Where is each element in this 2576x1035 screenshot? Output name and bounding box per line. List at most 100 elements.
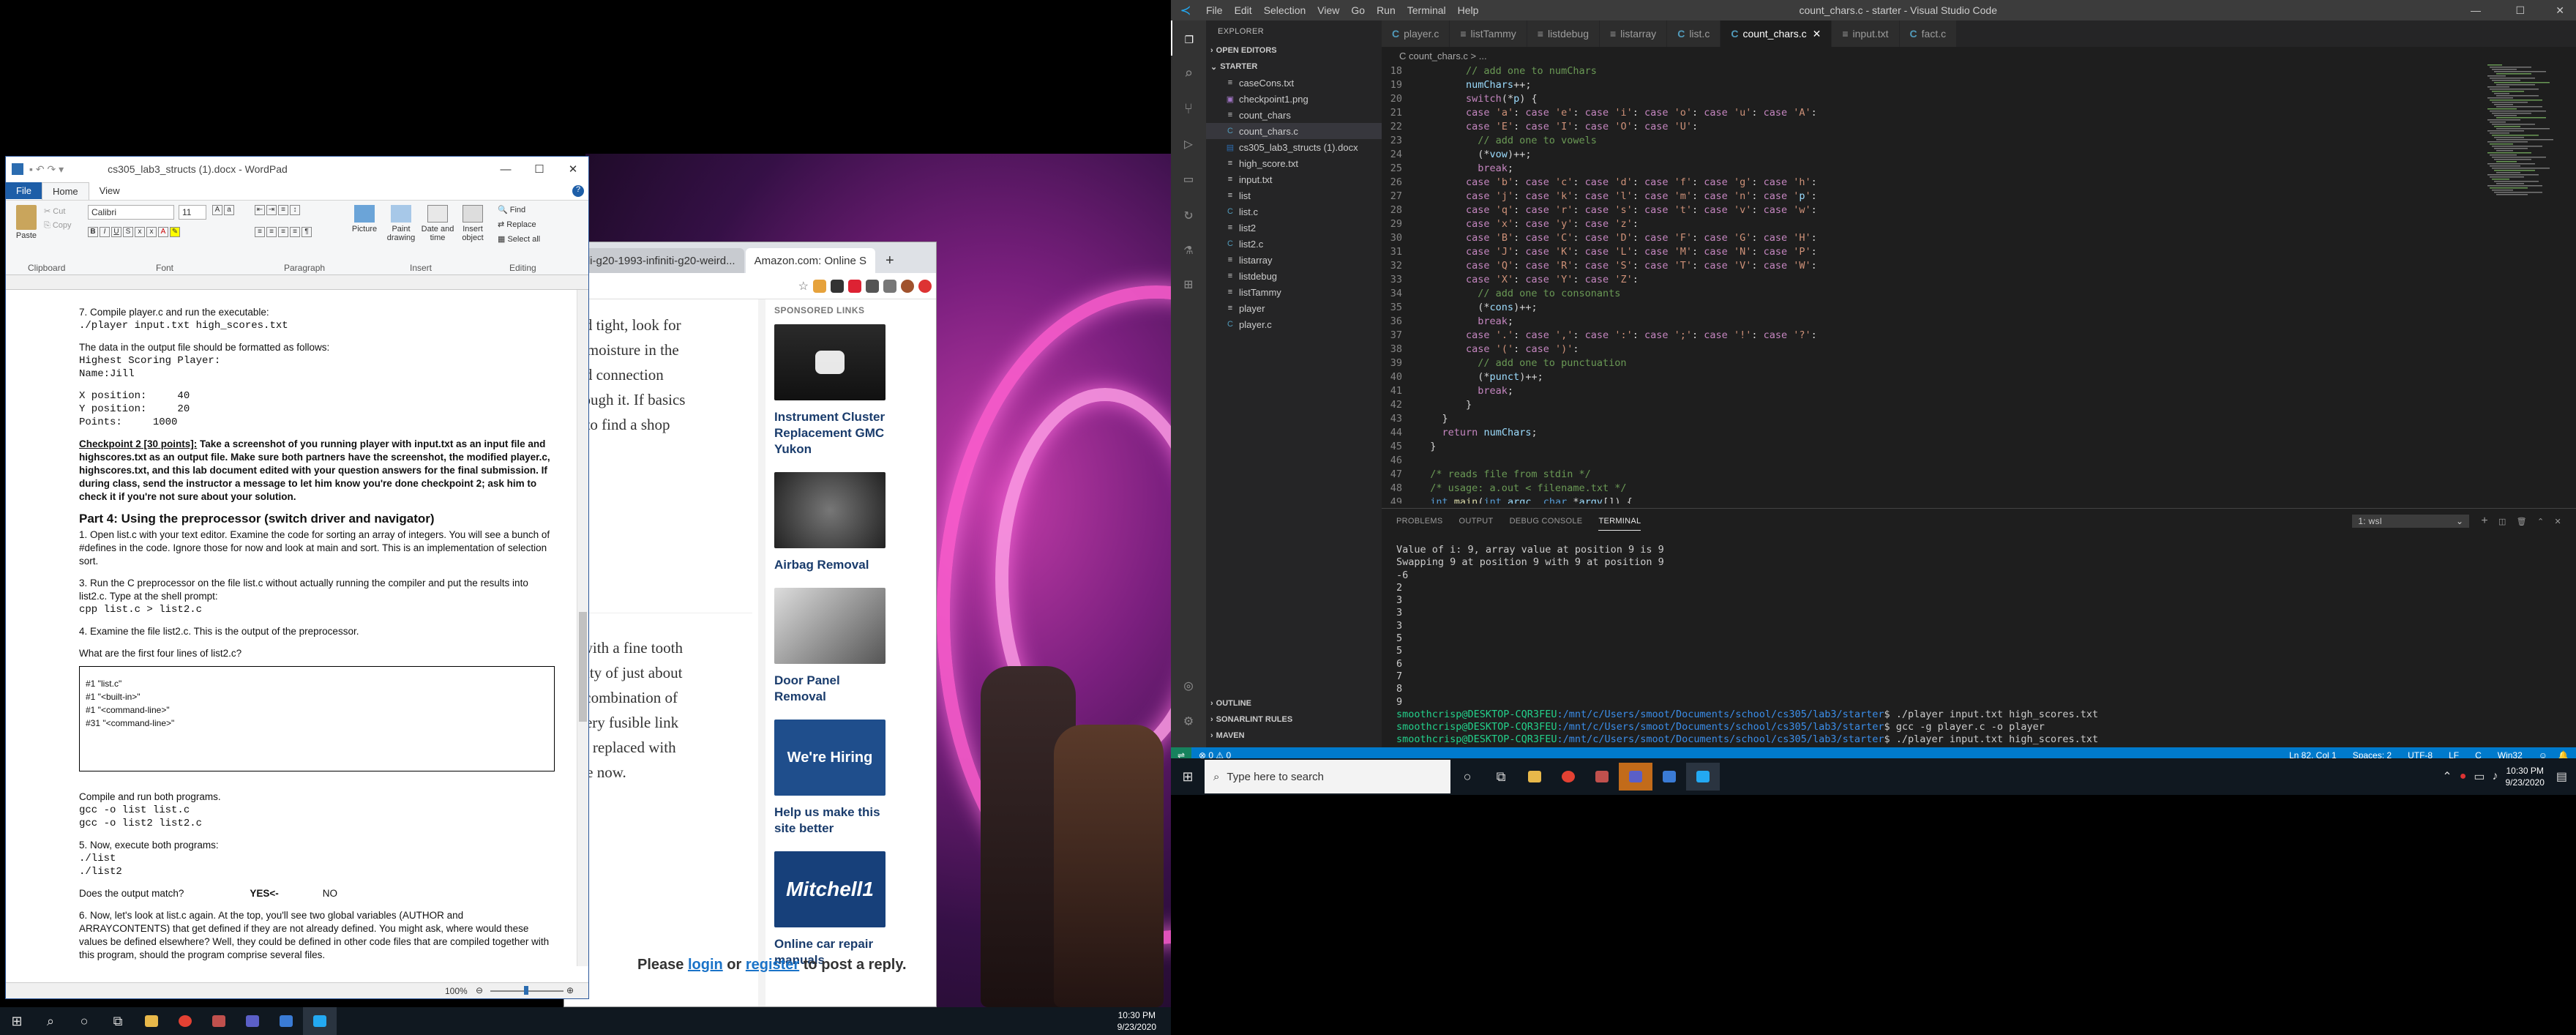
ad-title[interactable]: Instrument Cluster Replacement GMC Yukon (774, 409, 891, 457)
close-button[interactable]: ✕ (2556, 4, 2564, 17)
breadcrumb[interactable]: C count_chars.c > ... (1382, 47, 1487, 64)
code-line[interactable]: 30 case 'B': case 'C': case 'D': case 'F… (1382, 231, 2479, 245)
tab-debug-console[interactable]: DEBUG CONSOLE (1510, 512, 1583, 530)
document-area[interactable]: 7. Compile player.c and run the executab… (6, 290, 578, 966)
help-icon[interactable]: ? (572, 184, 584, 197)
paste-button[interactable]: Paste (12, 205, 41, 240)
app-icon[interactable] (1585, 763, 1619, 791)
teams-icon[interactable] (1619, 763, 1652, 791)
maximize-button[interactable]: ☐ (523, 157, 556, 182)
align-center-icon[interactable]: ≡ (266, 227, 277, 237)
hiring-banner[interactable]: We're Hiring (774, 720, 886, 796)
file-item[interactable]: Clist2.c (1206, 236, 1382, 252)
clock[interactable]: 10:30 PM 9/23/2020 (2505, 765, 2544, 788)
cortana-icon[interactable]: ○ (67, 1007, 101, 1035)
code-line[interactable]: 22 case 'E': case 'I': case 'O': case 'U… (1382, 120, 2479, 134)
extensions-icon[interactable]: ⊞ (1171, 266, 1206, 302)
code-line[interactable]: 31 case 'J': case 'K': case 'L': case 'M… (1382, 245, 2479, 259)
copy-button[interactable]: ⎘ Copy (44, 221, 72, 231)
code-editor[interactable]: 18 // add one to numChars 19 numChars++; 2… (1382, 64, 2479, 504)
font-size-select[interactable]: 11 (179, 205, 206, 220)
decrease-indent-icon[interactable]: ⇤ (255, 205, 265, 215)
close-tab-icon[interactable]: ✕ (1813, 28, 1821, 40)
play-icon[interactable] (815, 351, 845, 374)
browser-tab[interactable]: ...ili-g20-1993-infiniti-g20-weird... (567, 248, 744, 273)
terminal-select[interactable]: 1: wsl ⌄ (2352, 515, 2470, 528)
volume-icon[interactable]: ♪ (2492, 770, 2498, 783)
code-line[interactable]: 46 (1382, 454, 2479, 468)
zoom-in-icon[interactable]: ⊕ (566, 985, 574, 995)
code-line[interactable]: 29 case 'x': case 'y': case 'z': (1382, 217, 2479, 231)
menu-help[interactable]: Help (1452, 4, 1485, 16)
code-line[interactable]: 48 /* usage: a.out < filename.txt */ (1382, 482, 2479, 496)
tab-output[interactable]: OUTPUT (1459, 512, 1494, 530)
ad-item[interactable]: Door Panel Removal (774, 588, 929, 705)
file-item[interactable]: Ccount_chars.c (1206, 123, 1382, 139)
extension-icon[interactable] (848, 279, 861, 293)
bullets-icon[interactable]: ≡ (278, 205, 288, 215)
extension-icon[interactable] (831, 279, 844, 293)
file-item[interactable]: Cplayer.c (1206, 316, 1382, 332)
puzzle-icon[interactable] (883, 279, 896, 293)
tab-view[interactable]: View (89, 182, 130, 199)
file-item[interactable]: ▣ checkpoint1.png (1206, 91, 1382, 107)
answer-box[interactable]: #1 "list.c" #1 "<built-in>" #1 "<command… (79, 666, 555, 771)
task-view-icon[interactable]: ⧉ (101, 1007, 135, 1035)
justify-icon[interactable]: ≡ (290, 227, 300, 237)
search-icon[interactable]: ⌕ (1171, 56, 1206, 91)
ad-item[interactable]: Airbag Removal (774, 472, 929, 573)
code-line[interactable]: 34 // add one to consonants (1382, 287, 2479, 301)
menu-selection[interactable]: Selection (1258, 4, 1312, 16)
grow-font-icon[interactable]: A (212, 205, 222, 215)
file-item[interactable]: ≡ listarray (1206, 252, 1382, 268)
close-button[interactable]: ✕ (556, 157, 588, 182)
menu-terminal[interactable]: Terminal (1401, 4, 1452, 16)
avatar[interactable] (901, 279, 914, 293)
vscode-taskbar-icon[interactable] (303, 1007, 337, 1035)
file-item[interactable]: ≡ list2 (1206, 220, 1382, 236)
line-spacing-icon[interactable]: ↕ (290, 205, 300, 215)
mitchell-logo[interactable]: Mitchell1 (774, 851, 886, 927)
file-item[interactable]: ≡ count_chars (1206, 107, 1382, 123)
tab-home[interactable]: Home (41, 182, 89, 200)
file-item[interactable]: Clist.c (1206, 203, 1382, 220)
code-line[interactable]: 40 (*punct)++; (1382, 370, 2479, 384)
dashboard-image[interactable] (774, 324, 886, 400)
tab-file[interactable]: File (6, 182, 42, 199)
zoom-out-icon[interactable]: ⊖ (476, 985, 483, 995)
highlight-icon[interactable]: ✎ (170, 227, 180, 237)
paragraph-icon[interactable]: ¶ (302, 227, 312, 237)
extension-icon[interactable] (866, 279, 879, 293)
vertical-scrollbar[interactable] (577, 290, 588, 966)
editor-tab[interactable]: Clist.c (1667, 20, 1721, 47)
new-terminal-icon[interactable]: + (2481, 515, 2488, 528)
new-tab-icon[interactable]: + (877, 248, 903, 273)
code-line[interactable]: 23 // add one to vowels (1382, 134, 2479, 148)
file-item[interactable]: ≡ input.txt (1206, 171, 1382, 187)
align-left-icon[interactable]: ≡ (255, 227, 265, 237)
steering-wheel-image[interactable] (774, 472, 886, 548)
account-icon[interactable]: ◎ (1171, 668, 1206, 703)
file-item[interactable]: ≡ listTammy (1206, 284, 1382, 300)
code-line[interactable]: 42 } (1382, 398, 2479, 412)
file-explorer-icon[interactable] (135, 1007, 168, 1035)
ad-title[interactable]: Airbag Removal (774, 557, 891, 573)
code-line[interactable]: 26 case 'b': case 'c': case 'd': case 'f… (1382, 176, 2479, 190)
code-line[interactable]: 33 case 'X': case 'Y': case 'Z': (1382, 273, 2479, 287)
login-link[interactable]: login (688, 957, 723, 973)
chrome-icon[interactable] (168, 1007, 202, 1035)
quick-access-toolbar[interactable]: ▪ ↶ ↷ ▾ (29, 163, 64, 176)
starter-folder[interactable]: ⌄ STARTER (1206, 59, 1382, 75)
file-item[interactable]: ▤ cs305_lab3_structs (1).docx (1206, 139, 1382, 155)
file-item[interactable]: ≡ caseCons.txt (1206, 75, 1382, 91)
strikethrough-icon[interactable]: S (123, 227, 133, 237)
bold-icon[interactable]: B (88, 227, 98, 237)
editor-tab[interactable]: Cfact.c (1899, 20, 1958, 47)
scrollbar-thumb[interactable] (579, 612, 587, 722)
ruler[interactable] (6, 275, 588, 290)
ad-item[interactable]: Mitchell1 Online car repair manuals (774, 851, 929, 968)
shrink-font-icon[interactable]: a (224, 205, 234, 215)
sonarlint-section[interactable]: › SONARLINT RULES (1206, 711, 1382, 728)
menu-edit[interactable]: Edit (1229, 4, 1258, 16)
code-line[interactable]: 19 numChars++; (1382, 78, 2479, 92)
